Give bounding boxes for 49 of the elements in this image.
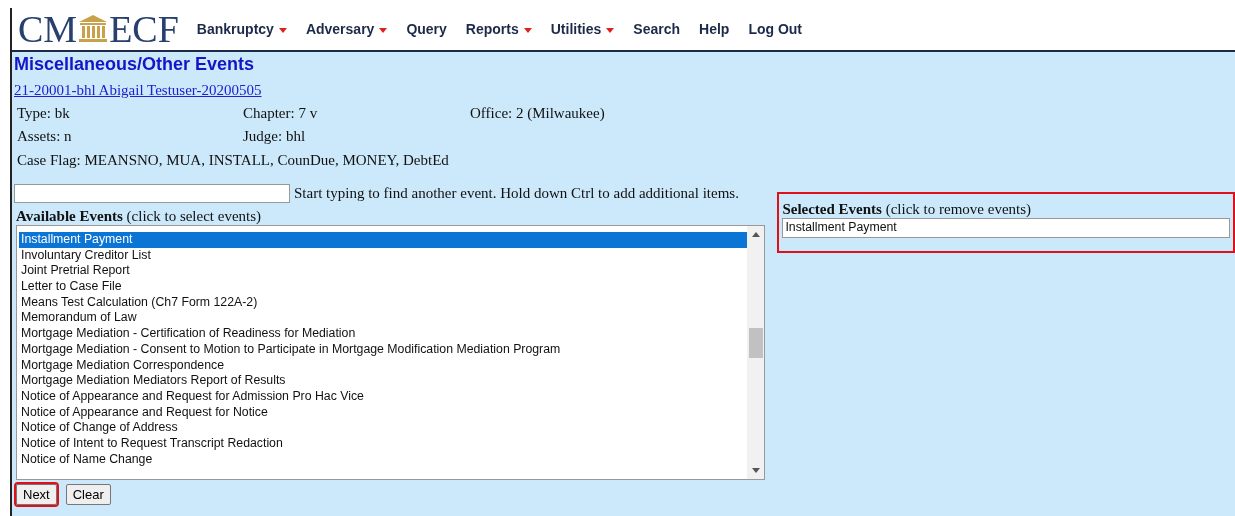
event-search-field[interactable]: [14, 184, 290, 203]
menu-item[interactable]: Query: [406, 21, 447, 37]
caret-icon[interactable]: [278, 28, 287, 33]
logo-text: CM: [18, 9, 78, 49]
event-option[interactable]: Notice of Intent to Request Transcript Redaction: [19, 435, 748, 452]
case-info: Assets: n: [17, 128, 73, 145]
search-hint: Start typing to find another event. Hold down Ctrl to add additional items.: [294, 185, 739, 202]
event-option[interactable]: Notice of Appearance and Request for Notice: [19, 404, 748, 421]
case-flags: Case Flag: MEANSNO, MUA, INSTALL, CounDue, MONEY, DebtEd: [16, 150, 450, 170]
next-button[interactable]: Next: [16, 484, 57, 505]
event-option[interactable]: Mortgage Mediation Mediators Report of Results: [19, 373, 748, 389]
courthouse-icon: [78, 13, 109, 43]
event-option[interactable]: Letter to Case File: [19, 279, 748, 295]
event-option[interactable]: Means Test Calculation (Ch7 Form 122A-2): [19, 294, 748, 311]
caret-icon[interactable]: [606, 28, 615, 33]
menu-item[interactable]: Utilities: [550, 21, 602, 37]
event-option[interactable]: Involuntary Creditor List: [19, 247, 748, 264]
event-option[interactable]: Notice of Appearance and Request for Admission Pro Hac Vice: [19, 388, 748, 405]
caret-icon[interactable]: [523, 28, 532, 33]
clear-button[interactable]: Clear: [65, 484, 111, 505]
event-listbox[interactable]: [16, 225, 766, 480]
case-info: Office: 2 (Milwaukee): [470, 105, 605, 122]
scrollbar[interactable]: [747, 226, 765, 479]
caret-icon[interactable]: [379, 28, 388, 33]
scroll-up-icon[interactable]: [751, 232, 760, 237]
menu-item[interactable]: Bankruptcy: [196, 21, 274, 37]
event-option[interactable]: Mortgage Mediation - Certification of Readiness for Mediation: [19, 326, 748, 342]
event-option[interactable]: Notice of Change of Address: [19, 420, 748, 436]
event-option[interactable]: Mortgage Mediation - Consent to Motion to Participate in Mortgage Modification Mediation Program: [19, 341, 748, 358]
event-option[interactable]: Joint Pretrial Report: [19, 263, 748, 280]
event-option[interactable]: Mortgage Mediation Correspondence: [19, 357, 748, 374]
case-info: Type: bk: [17, 105, 71, 122]
list-heading: Selected Events (click to remove events): [782, 201, 1033, 218]
case-link[interactable]: 21-20001-bhl Abigail Testuser-20200505: [14, 82, 262, 102]
menu-item[interactable]: Adversary: [305, 21, 375, 37]
event-option[interactable]: Memorandum of Law: [19, 310, 748, 327]
logo-text: ECF: [109, 9, 179, 49]
page-title: Miscellaneous/Other Events: [14, 54, 256, 76]
case-info: Judge: bhl: [243, 128, 307, 145]
scroll-down-icon[interactable]: [751, 468, 760, 473]
event-option[interactable]: Installment Payment: [19, 232, 748, 248]
menu-item[interactable]: Log Out: [748, 21, 803, 37]
event-option[interactable]: Notice of Name Change: [19, 451, 748, 468]
menu-item[interactable]: Reports: [465, 21, 519, 37]
list-heading: Available Events (click to select events): [16, 208, 263, 225]
case-info: Chapter: 7 v: [243, 105, 319, 122]
scroll-thumb[interactable]: [748, 327, 763, 358]
menu-item[interactable]: Search: [633, 21, 681, 37]
menu-item[interactable]: Help: [699, 21, 730, 37]
